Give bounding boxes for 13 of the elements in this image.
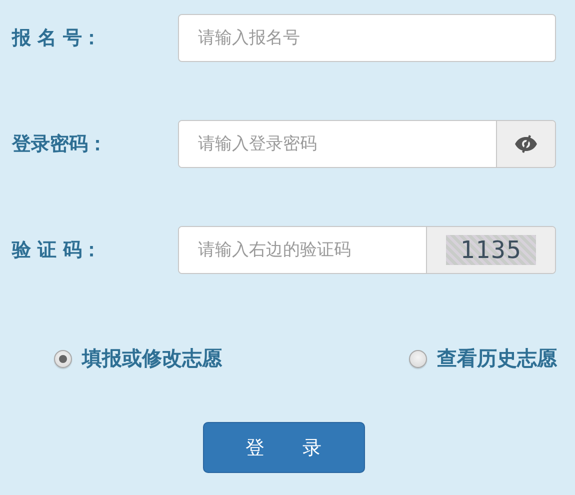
radio-button[interactable]	[54, 350, 72, 368]
field-label: 验 证 码：	[10, 238, 102, 263]
input-field[interactable]: 请输入登录密码	[178, 120, 556, 168]
hide-password-icon[interactable]	[514, 134, 538, 154]
radio-label[interactable]: 填报或修改志愿	[82, 345, 222, 372]
radio-label[interactable]: 查看历史志愿	[437, 345, 557, 372]
field-label: 登录密码：	[10, 132, 108, 157]
login-button[interactable]: 登 录	[202, 422, 364, 473]
input-field[interactable]: 请输入报名号	[178, 14, 556, 62]
radio-button[interactable]	[409, 350, 427, 368]
input-field[interactable]: 请输入右边的验证码 1135	[178, 226, 556, 274]
captcha-image[interactable]: 1135	[446, 235, 536, 265]
field-label: 报 名 号：	[10, 26, 102, 51]
